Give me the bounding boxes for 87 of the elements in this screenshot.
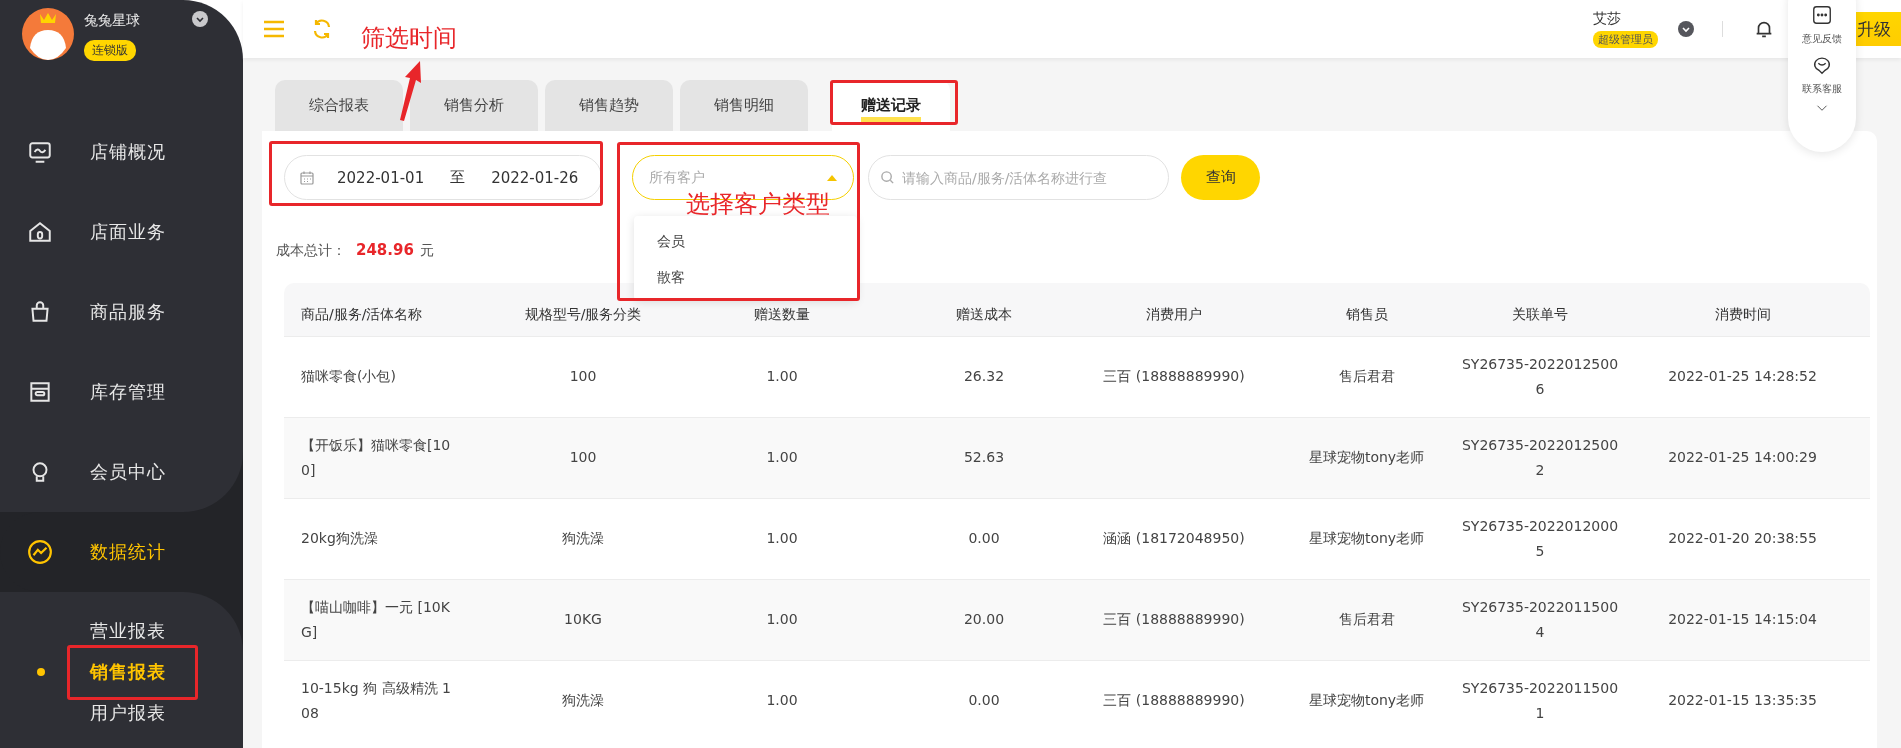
active-dot-icon xyxy=(37,667,45,676)
cost-cell-text: 0.00 xyxy=(968,529,1000,549)
house-icon xyxy=(27,219,53,245)
cost-total-value: 248.96 xyxy=(356,241,414,259)
dropdown-option[interactable]: 会员 xyxy=(634,224,847,260)
column-header: 商品/服务/活体名称 xyxy=(301,305,423,324)
item-name-cell-text: 【开饭乐】猫咪零食[100] xyxy=(301,435,452,480)
query-button[interactable]: 查询 xyxy=(1181,155,1260,200)
monitor-icon xyxy=(27,139,53,165)
item-name-cell-text: 20kg狗洗澡 xyxy=(301,529,378,549)
tab[interactable]: 综合报表 xyxy=(275,80,403,131)
spec-cell-text: 狗洗澡 xyxy=(562,691,604,711)
column-header: 关联单号 xyxy=(1512,305,1568,324)
column-header: 消费时间 xyxy=(1714,305,1771,324)
order-number-cell-text: SY26735-20220115001 xyxy=(1460,678,1620,723)
spec-cell-text: 狗洗澡 xyxy=(562,529,604,549)
time-cell-text: 2022-01-15 13:35:35 xyxy=(1668,691,1817,711)
order-number-cell-text: SY26735-20220120005 xyxy=(1460,516,1620,561)
customer-service-button[interactable]: 联系客服 xyxy=(1802,54,1842,96)
store-name: 兔兔星球 xyxy=(84,12,140,30)
search-icon xyxy=(880,170,895,185)
chart-icon xyxy=(27,539,53,565)
salesperson-cell-text: 星球宠物tony老师 xyxy=(1308,448,1425,468)
customer-cell-text: 涵涵 (18172048950) xyxy=(1103,529,1245,549)
order-number-cell-text: SY26735-20220115004 xyxy=(1460,597,1620,642)
upgrade-button[interactable]: 升级 xyxy=(1855,12,1901,46)
edition-badge: 连锁版 xyxy=(84,40,136,61)
cost-total-label: 成本总计： xyxy=(276,242,346,260)
caret-up-icon xyxy=(827,174,837,181)
column-header: 赠送成本 xyxy=(956,305,1012,324)
submenu-item[interactable]: 销售报表 xyxy=(0,651,243,692)
cost-cell-text: 52.63 xyxy=(963,448,1005,468)
customer-cell-text: 三百 (18888889990) xyxy=(1103,367,1245,387)
spec-cell-text: 10KG xyxy=(564,610,602,630)
submenu-item[interactable]: 营业报表 xyxy=(0,610,243,651)
column-header: 消费用户 xyxy=(1146,305,1202,324)
item-name-cell-text: 猫咪零食(小包) xyxy=(301,367,396,387)
feedback-button[interactable]: 意见反馈 xyxy=(1802,4,1842,46)
order-number-cell-text: SY26735-20220125006 xyxy=(1460,354,1620,399)
nav-item[interactable]: 店铺概况 xyxy=(0,112,243,192)
quantity-cell-text: 1.00 xyxy=(766,448,798,468)
box-icon xyxy=(27,379,53,405)
quantity-cell-text: 1.00 xyxy=(766,610,798,630)
message-icon xyxy=(1811,4,1833,26)
cost-cell-text: 26.32 xyxy=(963,367,1005,387)
customer-cell-text: 三百 (18888889990) xyxy=(1103,691,1245,711)
salesperson-cell-text: 星球宠物tony老师 xyxy=(1308,529,1425,549)
annotation-label: 筛选时间 xyxy=(361,26,457,50)
nav-item[interactable]: 店面业务 xyxy=(0,192,243,272)
chevron-down-icon[interactable] xyxy=(1678,21,1694,37)
spec-cell-text: 100 xyxy=(569,367,597,387)
time-cell-text: 2022-01-25 14:28:52 xyxy=(1668,367,1817,387)
role-badge: 超级管理员 xyxy=(1593,31,1658,48)
time-cell-text: 2022-01-20 20:38:55 xyxy=(1668,529,1817,549)
spec-cell-text: 100 xyxy=(569,448,597,468)
item-name-cell-text: 【喵山咖啡】一元 [10KG] xyxy=(301,597,451,642)
salesperson-cell-text: 星球宠物tony老师 xyxy=(1308,691,1425,711)
logo-icon xyxy=(22,8,74,60)
nav-item[interactable]: 库存管理 xyxy=(0,352,243,432)
time-cell-text: 2022-01-15 14:15:04 xyxy=(1668,610,1817,630)
nav-item[interactable]: 商品服务 xyxy=(0,272,243,352)
tab[interactable]: 销售明细 xyxy=(680,80,808,131)
nav-item[interactable]: 会员中心 xyxy=(0,432,243,512)
column-header: 赠送数量 xyxy=(754,305,810,324)
column-header: 规格型号/服务分类 xyxy=(524,305,642,324)
currency-unit: 元 xyxy=(419,242,434,260)
salesperson-cell-text: 售后君君 xyxy=(1338,610,1395,630)
order-number-cell-text: SY26735-20220125002 xyxy=(1460,435,1620,480)
submenu-item[interactable]: 用户报表 xyxy=(0,692,243,733)
tab[interactable]: 销售趋势 xyxy=(545,80,673,131)
cost-cell-text: 20.00 xyxy=(963,610,1005,630)
salesperson-cell-text: 售后君君 xyxy=(1338,367,1395,387)
quantity-cell-text: 1.00 xyxy=(766,529,798,549)
chevron-down-icon[interactable] xyxy=(1816,104,1828,112)
quantity-cell-text: 1.00 xyxy=(766,367,798,387)
customer-cell-text: 三百 (18888889990) xyxy=(1103,610,1245,630)
time-cell-text: 2022-01-25 14:00:29 xyxy=(1668,448,1817,468)
item-name-cell-text: 10-15kg 狗 高级精洗 108 xyxy=(301,678,452,723)
calendar-icon xyxy=(299,169,315,186)
cost-cell-text: 0.00 xyxy=(968,691,1000,711)
chevron-down-icon[interactable] xyxy=(192,11,208,27)
column-header: 销售员 xyxy=(1345,305,1388,324)
user-name: 艾莎 xyxy=(1593,10,1621,28)
dropdown-option[interactable]: 散客 xyxy=(634,260,847,296)
tab[interactable]: 销售分析 xyxy=(410,80,538,131)
quantity-cell-text: 1.00 xyxy=(766,691,798,711)
search-field[interactable]: 请输入商品/服务/活体名称进行查 xyxy=(868,155,1169,200)
